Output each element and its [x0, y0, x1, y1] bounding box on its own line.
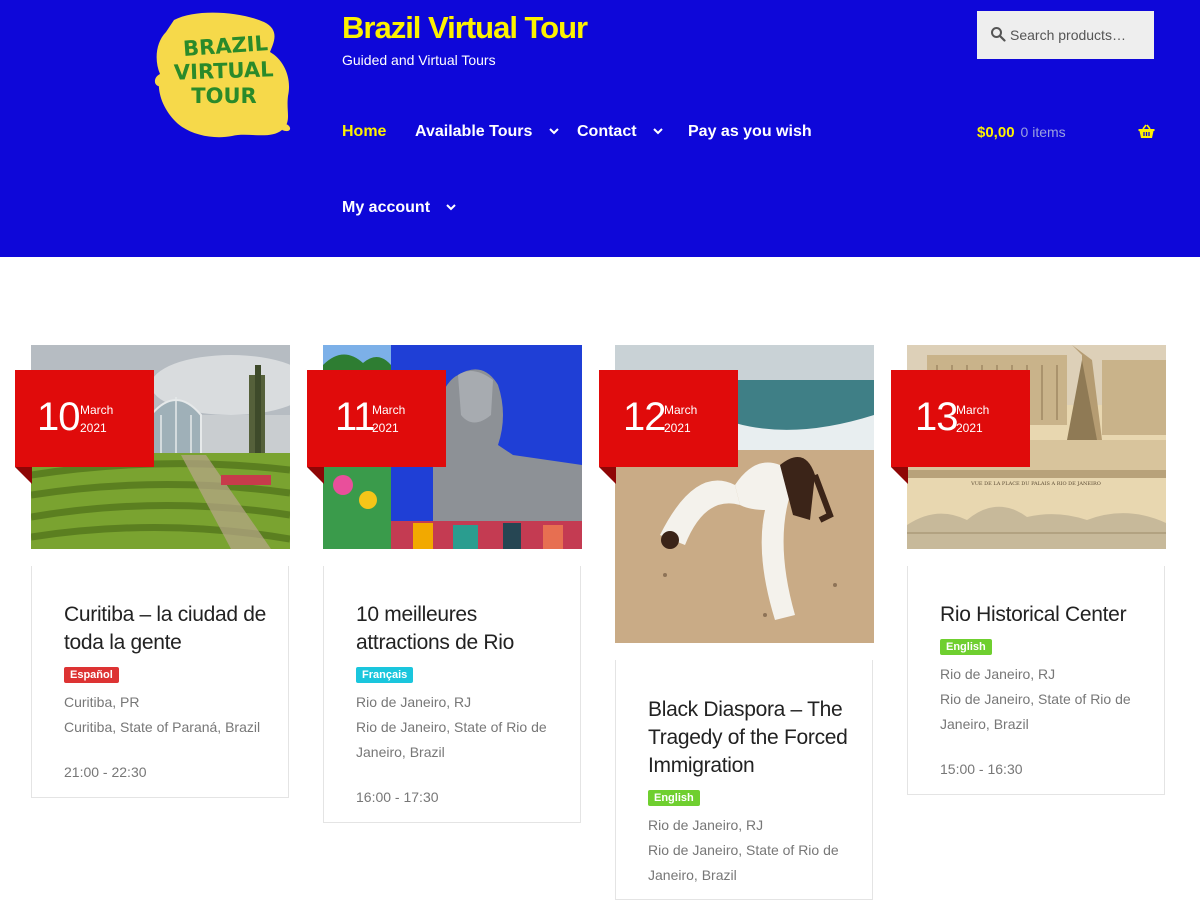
event-card-rio-historical-center: Rio Historical Center English Rio de Jan… [907, 566, 1165, 795]
event-date-badge: 13 March 2021 [891, 370, 1030, 484]
event-title[interactable]: Black Diaspora – The Tragedy of the Forc… [648, 696, 863, 780]
nav-my-account[interactable]: My account [342, 199, 457, 217]
site-header: BRAZIL VIRTUAL TOUR Brazil Virtual Tour … [0, 0, 1200, 257]
chevron-down-icon [653, 128, 663, 135]
svg-text:VIRTUAL: VIRTUAL [174, 57, 274, 84]
event-location-short: Curitiba, PR [64, 694, 140, 710]
svg-text:TOUR: TOUR [191, 84, 256, 108]
site-logo[interactable]: BRAZIL VIRTUAL TOUR [152, 8, 298, 142]
event-day: 11 [335, 395, 376, 439]
date-badge-fold [891, 467, 908, 484]
search-icon [991, 27, 1006, 42]
event-location-full: Rio de Janeiro, State of Rio de Janeiro,… [648, 842, 839, 883]
cart-count: 0 items [1020, 124, 1066, 140]
cart-link[interactable]: $0,00 0 items [977, 124, 1155, 144]
event-title[interactable]: Rio Historical Center [940, 601, 1155, 629]
language-tag: Français [356, 667, 414, 683]
event-day: 13 [915, 395, 958, 439]
event-title[interactable]: 10 meilleures attractions de Rio [356, 601, 571, 657]
date-badge-fold [15, 467, 32, 484]
event-time: 21:00 - 22:30 [64, 764, 147, 780]
nav-contact-label: Contact [577, 123, 637, 140]
event-card-rio-attractions: 10 meilleures attractions de Rio Françai… [323, 566, 581, 823]
event-year: 2021 [80, 421, 107, 435]
event-month: March [664, 403, 698, 417]
svg-text:VUE DE LA PLACE DU PALAIS A RI: VUE DE LA PLACE DU PALAIS A RIO DE JANEI… [970, 481, 1101, 487]
event-location-short: Rio de Janeiro, RJ [940, 666, 1056, 682]
nav-pay-label: Pay as you wish [688, 123, 812, 140]
site-title[interactable]: Brazil Virtual Tour [342, 10, 588, 46]
language-tag: Español [64, 667, 119, 683]
nav-home[interactable]: Home [342, 123, 386, 141]
chevron-down-icon [446, 204, 457, 211]
logo-paint-splash: BRAZIL VIRTUAL TOUR [154, 12, 291, 138]
event-year: 2021 [664, 421, 691, 435]
date-badge-fold [307, 467, 324, 484]
event-time: 15:00 - 16:30 [940, 761, 1023, 777]
event-month: March [372, 403, 406, 417]
language-tag: English [648, 790, 700, 806]
event-card-curitiba: Curitiba – la ciudad de toda la gente Es… [31, 566, 289, 798]
event-month: March [956, 403, 990, 417]
event-location-full: Curitiba, State of Paraná, Brazil [64, 719, 261, 735]
chevron-down-icon [549, 128, 559, 135]
event-date-badge: 10 March 2021 [15, 370, 154, 484]
nav-pay-as-you-wish[interactable]: Pay as you wish [688, 123, 812, 141]
event-year: 2021 [372, 421, 399, 435]
event-date-badge: 11 March 2021 [307, 370, 446, 484]
nav-my-account-label: My account [342, 199, 431, 216]
site-tagline: Guided and Virtual Tours [342, 52, 496, 68]
event-location-short: Rio de Janeiro, RJ [356, 694, 472, 710]
nav-available-tours-label: Available Tours [415, 123, 533, 140]
event-year: 2021 [956, 421, 983, 435]
event-location-full: Rio de Janeiro, State of Rio de Janeiro,… [940, 691, 1131, 732]
search-input[interactable] [1008, 23, 1147, 47]
nav-home-label: Home [342, 123, 387, 140]
event-month: March [80, 403, 114, 417]
event-date-badge: 12 March 2021 [599, 370, 738, 484]
nav-contact[interactable]: Contact [577, 123, 663, 141]
date-badge-fold [599, 467, 616, 484]
language-tag: English [940, 639, 992, 655]
event-card-black-diaspora: Black Diaspora – The Tragedy of the Forc… [615, 660, 873, 900]
event-location-short: Rio de Janeiro, RJ [648, 817, 764, 833]
event-title[interactable]: Curitiba – la ciudad de toda la gente [64, 601, 279, 657]
event-location-full: Rio de Janeiro, State of Rio de Janeiro,… [356, 719, 547, 760]
cart-total: $0,00 [977, 124, 1015, 141]
event-time: 16:00 - 17:30 [356, 789, 439, 805]
basket-icon [1138, 124, 1155, 138]
event-day: 10 [37, 395, 80, 439]
event-day: 12 [623, 395, 666, 439]
search-box [977, 11, 1154, 59]
nav-available-tours[interactable]: Available Tours [415, 123, 559, 141]
